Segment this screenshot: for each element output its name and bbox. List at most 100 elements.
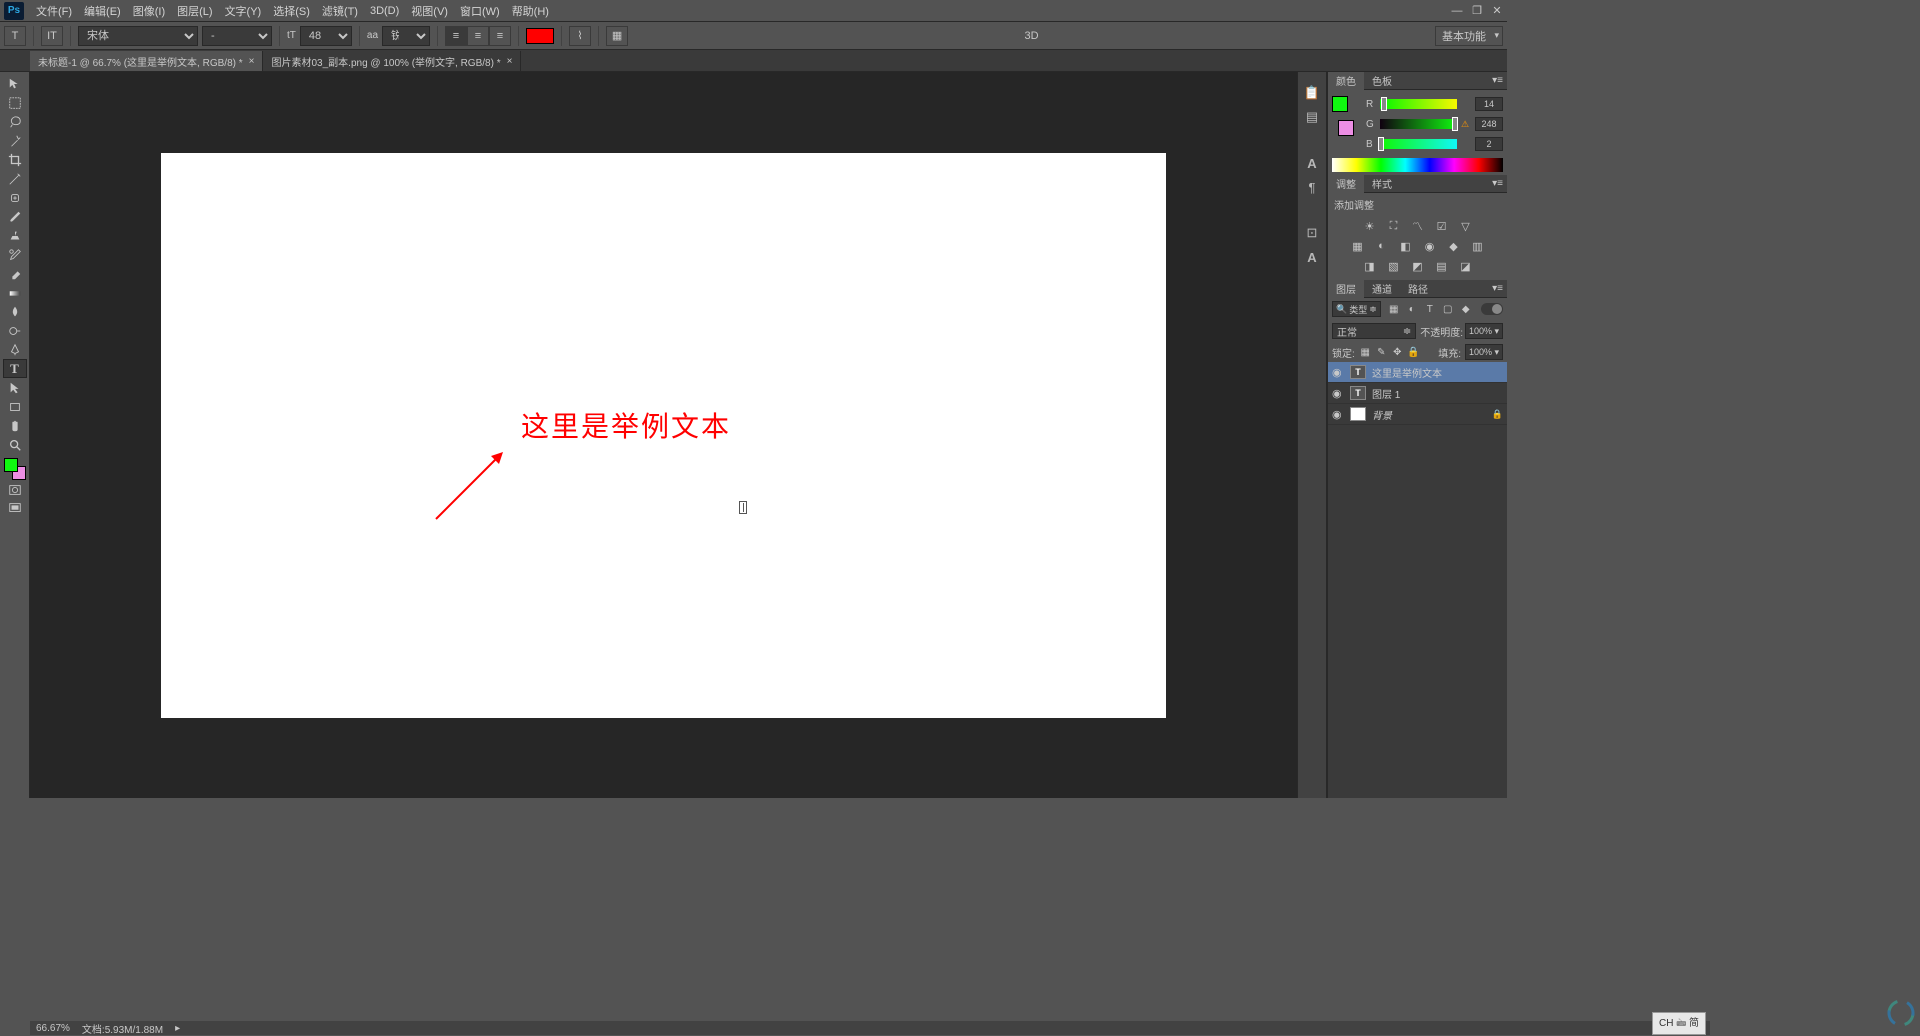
- lasso-tool[interactable]: [3, 112, 27, 131]
- colorlookup-icon[interactable]: ▥: [1470, 238, 1486, 254]
- magic-wand-tool[interactable]: [3, 131, 27, 150]
- blend-mode-select[interactable]: 正常≑: [1332, 323, 1416, 339]
- font-style-select[interactable]: -: [202, 26, 272, 46]
- photofilter-icon[interactable]: ◉: [1422, 238, 1438, 254]
- styles-tab[interactable]: 样式: [1364, 175, 1400, 193]
- minimize-button[interactable]: —: [1447, 3, 1467, 19]
- menu-file[interactable]: 文件(F): [30, 1, 78, 21]
- layers-tab[interactable]: 图层: [1328, 280, 1364, 298]
- pen-tool[interactable]: [3, 340, 27, 359]
- dodge-tool[interactable]: [3, 321, 27, 340]
- threshold-icon[interactable]: ◩: [1410, 258, 1426, 274]
- marquee-tool[interactable]: [3, 93, 27, 112]
- zoom-level[interactable]: 66.67%: [36, 1023, 70, 1034]
- menu-select[interactable]: 选择(S): [267, 1, 316, 21]
- brush-tool[interactable]: [3, 207, 27, 226]
- panel-color-swatches[interactable]: [1332, 96, 1354, 136]
- history-panel-icon[interactable]: 📋: [1302, 84, 1322, 102]
- align-left-button[interactable]: ≡: [445, 26, 467, 46]
- layer-name[interactable]: 背景: [1372, 407, 1486, 422]
- b-value[interactable]: 2: [1475, 137, 1503, 151]
- brightness-icon[interactable]: ☀: [1362, 218, 1378, 234]
- healing-brush-tool[interactable]: [3, 188, 27, 207]
- blur-tool[interactable]: [3, 302, 27, 321]
- move-tool[interactable]: [3, 74, 27, 93]
- layer-item[interactable]: ◉ 背景 🔒: [1328, 404, 1507, 425]
- history-brush-tool[interactable]: [3, 245, 27, 264]
- colorbalance-icon[interactable]: ◐: [1374, 238, 1390, 254]
- eraser-tool[interactable]: [3, 264, 27, 283]
- gradientmap-icon[interactable]: ▤: [1434, 258, 1450, 274]
- panel-menu-icon[interactable]: ▾≡: [1488, 283, 1507, 294]
- text-orientation-button[interactable]: IT: [41, 26, 63, 46]
- r-slider[interactable]: [1380, 99, 1457, 109]
- g-value[interactable]: 248: [1475, 117, 1503, 131]
- lock-all-icon[interactable]: 🔒: [1407, 347, 1420, 358]
- workspace-switcher[interactable]: 基本功能: [1435, 26, 1503, 46]
- b-slider[interactable]: [1380, 139, 1457, 149]
- visibility-icon[interactable]: ◉: [1332, 387, 1344, 400]
- actions-panel-icon[interactable]: ▤: [1302, 108, 1322, 126]
- layer-thumbnail[interactable]: T: [1350, 386, 1366, 400]
- screen-mode-button[interactable]: [4, 500, 26, 516]
- panel-fg-swatch[interactable]: [1332, 96, 1348, 112]
- tool-preset-button[interactable]: T: [4, 26, 26, 46]
- panel-menu-icon[interactable]: ▾≡: [1488, 75, 1507, 86]
- crop-tool[interactable]: [3, 150, 27, 169]
- color-tab[interactable]: 颜色: [1328, 72, 1364, 90]
- g-slider[interactable]: [1380, 119, 1457, 129]
- lock-position-icon[interactable]: ✥: [1391, 347, 1404, 358]
- lock-transparency-icon[interactable]: ▦: [1359, 347, 1372, 358]
- layer-item[interactable]: ◉ T 图层 1: [1328, 383, 1507, 404]
- paragraph-panel-icon[interactable]: ¶: [1302, 178, 1322, 196]
- close-button[interactable]: ✕: [1487, 3, 1507, 19]
- filter-type-icon[interactable]: T: [1423, 302, 1437, 316]
- color-spectrum[interactable]: [1332, 158, 1503, 172]
- bw-icon[interactable]: ◧: [1398, 238, 1414, 254]
- invert-icon[interactable]: ◨: [1362, 258, 1378, 274]
- fill-value[interactable]: 100% ▾: [1465, 344, 1503, 360]
- align-center-button[interactable]: ≡: [467, 26, 489, 46]
- menu-edit[interactable]: 编辑(E): [78, 1, 127, 21]
- filter-shape-icon[interactable]: ▢: [1441, 302, 1455, 316]
- layer-filter-type[interactable]: 🔍类型 ≑: [1332, 301, 1381, 317]
- document-info[interactable]: 文档:5.93M/1.88M: [82, 1021, 163, 1036]
- zoom-tool[interactable]: [3, 435, 27, 454]
- warp-text-button[interactable]: ⌇: [569, 26, 591, 46]
- path-selection-tool[interactable]: [3, 378, 27, 397]
- visibility-icon[interactable]: ◉: [1332, 366, 1344, 379]
- panel-menu-icon[interactable]: ▾≡: [1488, 178, 1507, 189]
- document-tab[interactable]: 图片素材03_副本.png @ 100% (举例文字, RGB/8) * ×: [263, 51, 521, 71]
- menu-3d[interactable]: 3D(D): [364, 3, 405, 19]
- text-color-swatch[interactable]: [526, 28, 554, 44]
- paragraph-styles-icon[interactable]: A: [1302, 248, 1322, 266]
- menu-help[interactable]: 帮助(H): [506, 1, 555, 21]
- vibrance-icon[interactable]: ▽: [1458, 218, 1474, 234]
- swatches-tab[interactable]: 色板: [1364, 72, 1400, 90]
- status-arrow-icon[interactable]: ▸: [175, 1023, 180, 1034]
- clone-stamp-tool[interactable]: [3, 226, 27, 245]
- menu-view[interactable]: 视图(V): [405, 1, 454, 21]
- exposure-icon[interactable]: ☑: [1434, 218, 1450, 234]
- type-tool[interactable]: T: [3, 359, 27, 378]
- canvas-text-layer[interactable]: 这里是举例文本: [521, 405, 731, 445]
- hue-icon[interactable]: ▦: [1350, 238, 1366, 254]
- character-panel-button[interactable]: ▦: [606, 26, 628, 46]
- r-value[interactable]: 14: [1475, 97, 1503, 111]
- visibility-icon[interactable]: ◉: [1332, 408, 1344, 421]
- lock-pixels-icon[interactable]: ✎: [1375, 347, 1388, 358]
- gradient-tool[interactable]: [3, 283, 27, 302]
- hand-tool[interactable]: [3, 416, 27, 435]
- menu-type[interactable]: 文字(Y): [219, 1, 268, 21]
- layer-name[interactable]: 图层 1: [1372, 386, 1503, 401]
- canvas-viewport[interactable]: 这里是举例文本: [30, 72, 1297, 798]
- channelmixer-icon[interactable]: ◆: [1446, 238, 1462, 254]
- menu-layer[interactable]: 图层(L): [171, 1, 218, 21]
- layer-item[interactable]: ◉ T 这里是举例文本: [1328, 362, 1507, 383]
- shape-tool[interactable]: [3, 397, 27, 416]
- selective-icon[interactable]: ◪: [1458, 258, 1474, 274]
- antialias-select[interactable]: 锐利: [382, 26, 430, 46]
- character-panel-icon[interactable]: A: [1302, 154, 1322, 172]
- character-styles-icon[interactable]: ⊡: [1302, 224, 1322, 242]
- opacity-value[interactable]: 100% ▾: [1465, 323, 1503, 339]
